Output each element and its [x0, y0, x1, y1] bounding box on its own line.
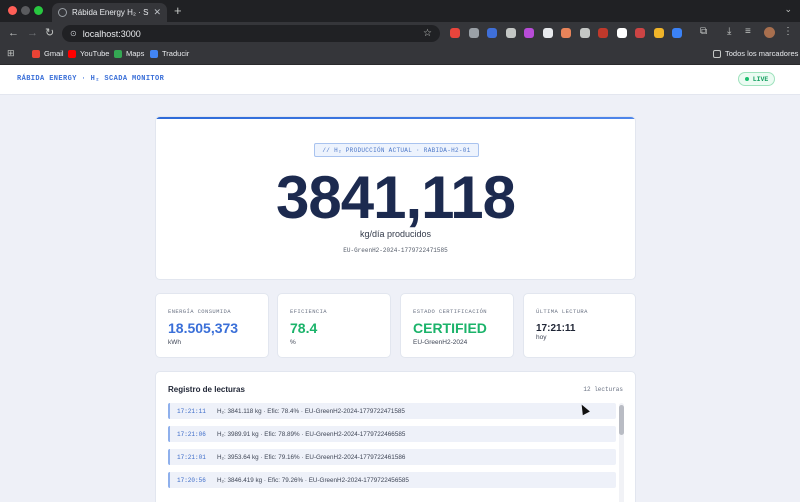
log-list[interactable]: 17:21:11 H₂: 3841.118 kg · Efic: 78.4% ·…: [168, 403, 618, 502]
maps-icon: [114, 49, 122, 58]
log-text: H₂: 3846.419 kg · Efic: 79.26% · EU-Gree…: [217, 476, 409, 484]
readings-log-card: Registro de lecturas 12 lecturas 17:21:1…: [155, 371, 636, 502]
extension-icon[interactable]: [598, 28, 608, 38]
bookmark-label: Traducir: [162, 49, 190, 58]
log-time: 17:21:11: [177, 407, 206, 415]
extension-icon[interactable]: [579, 28, 590, 38]
stat-sub: kWh: [168, 339, 181, 346]
extension-icon[interactable]: [672, 28, 682, 38]
maximize-window-button[interactable]: [34, 6, 43, 15]
stat-sub: hoy: [536, 334, 547, 341]
log-time: 17:20:56: [177, 476, 206, 484]
stat-sub: EU-GreenH2-2024: [413, 339, 468, 346]
site-info-icon[interactable]: ⊙: [70, 29, 77, 38]
log-text: H₂: 3953.64 kg · Efic: 79.16% · EU-Green…: [217, 453, 406, 461]
translate-icon: [150, 49, 158, 58]
production-unit: kg/día producidos: [359, 229, 432, 239]
stat-label: ÚLTIMA LECTURA: [536, 308, 588, 315]
bookmark-star-icon[interactable]: ☆: [423, 28, 432, 39]
log-row: 17:21:01 H₂: 3953.64 kg · Efic: 79.16% ·…: [168, 449, 616, 465]
web-page: RÁBIDA ENERGY · H₂ SCADA MONITOR LIVE //…: [0, 65, 800, 502]
stat-sub: %: [290, 339, 296, 346]
folder-icon: [713, 49, 721, 58]
reload-icon[interactable]: ↻: [45, 25, 54, 41]
bookmark-label: Maps: [126, 49, 145, 58]
log-time: 17:21:01: [177, 453, 206, 461]
production-hero-card: // H₂ PRODUCCIÓN ACTUAL · RABIDA-H2-01 3…: [155, 116, 636, 280]
all-bookmarks-label: Todos los marcadores: [725, 49, 799, 58]
forward-arrow-icon[interactable]: →: [27, 25, 38, 41]
extension-icon[interactable]: [468, 28, 479, 38]
log-text: H₂: 3841.118 kg · Efic: 78.4% · EU-Green…: [217, 407, 405, 415]
chevron-down-icon[interactable]: ⌄: [784, 4, 792, 15]
extension-icon[interactable]: [505, 28, 516, 38]
hero-tag: // H₂ PRODUCCIÓN ACTUAL · RABIDA-H2-01: [314, 143, 479, 157]
scrollbar-thumb[interactable]: [619, 405, 624, 435]
extension-icon[interactable]: [561, 28, 571, 38]
minimize-window-button[interactable]: [21, 6, 30, 15]
menu-icon[interactable]: ⋮: [783, 26, 793, 37]
log-time: 17:21:06: [177, 430, 206, 438]
accent-bar: [156, 117, 635, 119]
stat-value: CERTIFIED: [413, 320, 487, 336]
download-icon[interactable]: ⤓: [727, 26, 731, 37]
certificate-id: EU-GreenH2-2024-1779722471585: [343, 247, 448, 254]
extension-icon[interactable]: [653, 28, 664, 38]
bookmark-maps[interactable]: Maps: [114, 49, 144, 58]
tab-title: Rábida Energy H₂ · SCADA M: [72, 8, 149, 17]
extension-icon[interactable]: [635, 28, 645, 38]
log-row: 17:21:06 H₂: 3989.91 kg · Efic: 78.89% ·…: [168, 426, 616, 442]
close-icon[interactable]: ✕: [153, 7, 161, 18]
new-tab-button[interactable]: +: [174, 3, 182, 19]
bookmark-traducir[interactable]: Traducir: [150, 49, 189, 58]
profile-avatar[interactable]: [764, 27, 775, 38]
log-row: 17:20:56 H₂: 3846.419 kg · Efic: 79.26% …: [168, 472, 616, 488]
stat-value: 18.505,373: [168, 320, 239, 336]
bookmark-label: YouTube: [80, 49, 110, 58]
bookmarks-bar: ⊞ Gmail YouTube Maps Traducir Todos los …: [0, 44, 800, 65]
reading-list-icon[interactable]: ≡: [745, 26, 751, 37]
stat-value: 78.4: [290, 320, 318, 336]
extension-icon[interactable]: [524, 28, 534, 38]
extension-icon[interactable]: [616, 28, 627, 38]
browser-toolbar: ← → ↻ ⊙ localhost:3000 ☆ ⧉ ⤓ ≡ ⋮: [0, 22, 800, 44]
close-window-button[interactable]: [8, 6, 17, 15]
stat-card-energy: ENERGÍA CONSUMIDA 18.505,373 kWh: [155, 293, 269, 358]
app-header: RÁBIDA ENERGY · H₂ SCADA MONITOR LIVE: [0, 65, 800, 95]
stat-card-certification: ESTADO CERTIFICACIÓN CERTIFIED EU-GreenH…: [400, 293, 514, 358]
stat-label: ENERGÍA CONSUMIDA: [168, 308, 231, 315]
stat-label: EFICIENCIA: [290, 308, 328, 315]
extension-icon[interactable]: [450, 28, 460, 38]
extension-icon[interactable]: [542, 28, 553, 38]
live-dot-icon: [744, 77, 749, 81]
gmail-icon: [32, 49, 40, 58]
url-text: localhost:3000: [82, 28, 141, 39]
stat-card-last-reading: ÚLTIMA LECTURA 17:21:11 hoy: [523, 293, 636, 358]
log-title: Registro de lecturas: [168, 385, 245, 394]
bookmark-youtube[interactable]: YouTube: [68, 49, 109, 58]
puzzle-icon[interactable]: ⧉: [700, 26, 707, 37]
back-arrow-icon[interactable]: ←: [8, 25, 19, 41]
bookmark-label: Gmail: [44, 49, 64, 58]
log-scrollbar[interactable]: [619, 403, 624, 502]
all-bookmarks-folder[interactable]: Todos los marcadores: [713, 49, 798, 58]
stat-label: ESTADO CERTIFICACIÓN: [413, 308, 488, 315]
log-text: H₂: 3989.91 kg · Efic: 78.89% · EU-Green…: [217, 430, 406, 438]
apps-grid-icon[interactable]: ⊞: [7, 48, 15, 59]
extension-icon[interactable]: [487, 28, 497, 38]
log-count: 12 lecturas: [583, 386, 623, 393]
production-value: 3841,118: [276, 164, 516, 231]
log-row: 17:21:11 H₂: 3841.118 kg · Efic: 78.4% ·…: [168, 403, 616, 419]
browser-tab[interactable]: Rábida Energy H₂ · SCADA M ✕: [52, 3, 167, 22]
live-label: LIVE: [752, 75, 769, 83]
youtube-icon: [68, 49, 76, 58]
globe-icon: [58, 8, 67, 17]
brand-title: RÁBIDA ENERGY · H₂ SCADA MONITOR: [17, 75, 165, 83]
browser-tab-bar: Rábida Energy H₂ · SCADA M ✕ + ⌄: [0, 0, 800, 22]
bookmark-gmail[interactable]: Gmail: [32, 49, 64, 58]
live-badge: LIVE: [738, 72, 775, 86]
stat-card-efficiency: EFICIENCIA 78.4 %: [277, 293, 391, 358]
address-bar[interactable]: ⊙ localhost:3000 ☆: [62, 25, 440, 42]
